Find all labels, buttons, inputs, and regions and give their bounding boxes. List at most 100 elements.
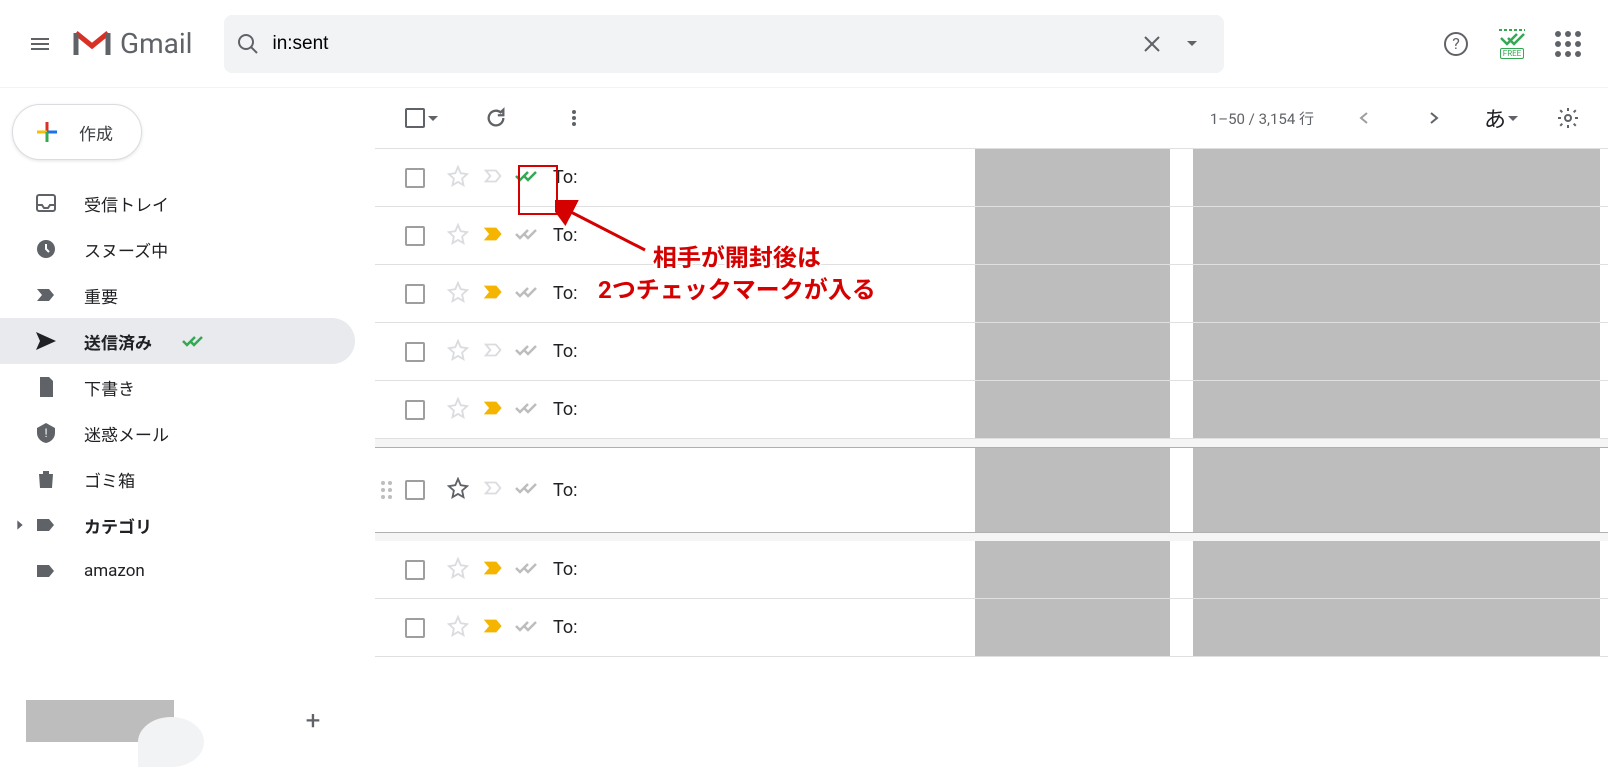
next-page-button[interactable] [1414, 98, 1454, 138]
redacted-sender [975, 323, 1170, 380]
important-marker[interactable] [483, 477, 505, 503]
header: Gmail ? FREE [0, 0, 1608, 88]
email-row[interactable]: To: [375, 381, 1608, 439]
annotation-text: 相手が開封後は 2つチェックマークが入る [598, 242, 876, 307]
select-all-checkbox[interactable] [405, 108, 438, 128]
nav-label: 重要 [84, 283, 118, 308]
row-checkbox[interactable] [405, 284, 425, 304]
star-button[interactable] [447, 557, 469, 583]
sidebar-item-drafts[interactable]: 下書き [0, 364, 355, 410]
row-checkbox[interactable] [405, 168, 425, 188]
sidebar-item-trash[interactable]: ゴミ箱 [0, 456, 355, 502]
help-icon: ? [1443, 31, 1469, 57]
important-icon [483, 281, 505, 303]
email-row[interactable]: To: [375, 323, 1608, 381]
star-button[interactable] [447, 615, 469, 641]
mailtrack-extension-icon[interactable]: FREE [1492, 24, 1532, 64]
important-marker[interactable] [483, 397, 505, 423]
sidebar-item-snoozed[interactable]: スヌーズ中 [0, 226, 355, 272]
important-icon [483, 615, 505, 637]
important-icon [483, 165, 505, 187]
email-row[interactable]: To: [375, 447, 1608, 533]
pagination-text: 1–50 / 3,154 行 [1210, 108, 1314, 129]
help-button[interactable]: ? [1436, 24, 1476, 64]
star-button[interactable] [447, 397, 469, 423]
email-row[interactable]: To: [375, 149, 1608, 207]
gmail-text: Gmail [120, 27, 192, 60]
important-marker[interactable] [483, 615, 505, 641]
search-options-button[interactable] [1172, 24, 1212, 64]
redacted-content [1193, 381, 1600, 438]
important-icon [483, 477, 505, 499]
double-check-icon [515, 400, 541, 416]
star-button[interactable] [447, 223, 469, 249]
nav-label: ゴミ箱 [84, 467, 135, 492]
redacted-sender [975, 381, 1170, 438]
prev-page-button[interactable] [1344, 98, 1384, 138]
redacted-sender [975, 599, 1170, 656]
settings-button[interactable] [1548, 98, 1588, 138]
double-check-icon [182, 329, 206, 353]
row-checkbox[interactable] [405, 618, 425, 638]
star-icon [447, 397, 469, 419]
email-row[interactable]: To: [375, 599, 1608, 657]
row-checkbox[interactable] [405, 400, 425, 420]
sidebar-item-inbox[interactable]: 受信トレイ [0, 180, 355, 226]
draft-icon [34, 375, 58, 399]
toolbar: 1–50 / 3,154 行 あ [375, 88, 1608, 148]
more-button[interactable] [554, 98, 594, 138]
email-row[interactable]: To: [375, 541, 1608, 599]
read-receipt-indicator [515, 342, 541, 362]
row-checkbox[interactable] [405, 560, 425, 580]
sidebar-item-categories[interactable]: カテゴリ [0, 502, 355, 548]
row-checkbox[interactable] [405, 226, 425, 246]
chevron-down-icon [428, 116, 438, 121]
apps-button[interactable] [1548, 24, 1588, 64]
row-checkbox[interactable] [405, 480, 425, 500]
refresh-button[interactable] [476, 98, 516, 138]
compose-button[interactable]: 作成 [12, 104, 142, 160]
send-icon [34, 329, 58, 353]
inbox-icon [34, 191, 58, 215]
read-receipt-indicator [515, 560, 541, 580]
redacted-sender [975, 207, 1170, 264]
row-checkbox[interactable] [405, 342, 425, 362]
new-chat-button[interactable]: + [299, 707, 327, 735]
sidebar-item-spam[interactable]: ! 迷惑メール [0, 410, 355, 456]
star-button[interactable] [447, 477, 469, 503]
sidebar-item-important[interactable]: 重要 [0, 272, 355, 318]
read-receipt-indicator [515, 226, 541, 246]
sidebar-footer: + [0, 680, 375, 762]
recipient-label: To: [553, 399, 578, 420]
label-icon [34, 513, 58, 537]
email-row[interactable]: To: [375, 265, 1608, 323]
search-box[interactable] [224, 15, 1224, 73]
double-check-icon [515, 480, 541, 496]
sidebar-item-label-amazon[interactable]: amazon [0, 548, 355, 594]
search-input[interactable] [260, 33, 1132, 55]
double-check-icon [515, 342, 541, 358]
important-marker[interactable] [483, 557, 505, 583]
important-marker[interactable] [483, 165, 505, 191]
redacted-sender [975, 149, 1170, 206]
important-marker[interactable] [483, 223, 505, 249]
star-button[interactable] [447, 339, 469, 365]
important-marker[interactable] [483, 281, 505, 307]
sidebar-item-sent[interactable]: 送信済み [0, 318, 355, 364]
important-icon [483, 339, 505, 361]
star-button[interactable] [447, 165, 469, 191]
nav-label: amazon [84, 561, 145, 581]
important-marker[interactable] [483, 339, 505, 365]
input-method-button[interactable]: あ [1484, 102, 1518, 134]
recipient-label: To: [553, 341, 578, 362]
svg-text:?: ? [1452, 34, 1460, 53]
gmail-logo[interactable]: Gmail [72, 27, 192, 60]
star-icon [447, 281, 469, 303]
chevron-right-icon [12, 517, 28, 533]
clear-search-button[interactable] [1132, 24, 1172, 64]
star-button[interactable] [447, 281, 469, 307]
read-receipt-indicator [515, 284, 541, 304]
main-menu-button[interactable] [16, 20, 64, 68]
double-check-icon [515, 618, 541, 634]
free-badge: FREE [1500, 48, 1524, 59]
